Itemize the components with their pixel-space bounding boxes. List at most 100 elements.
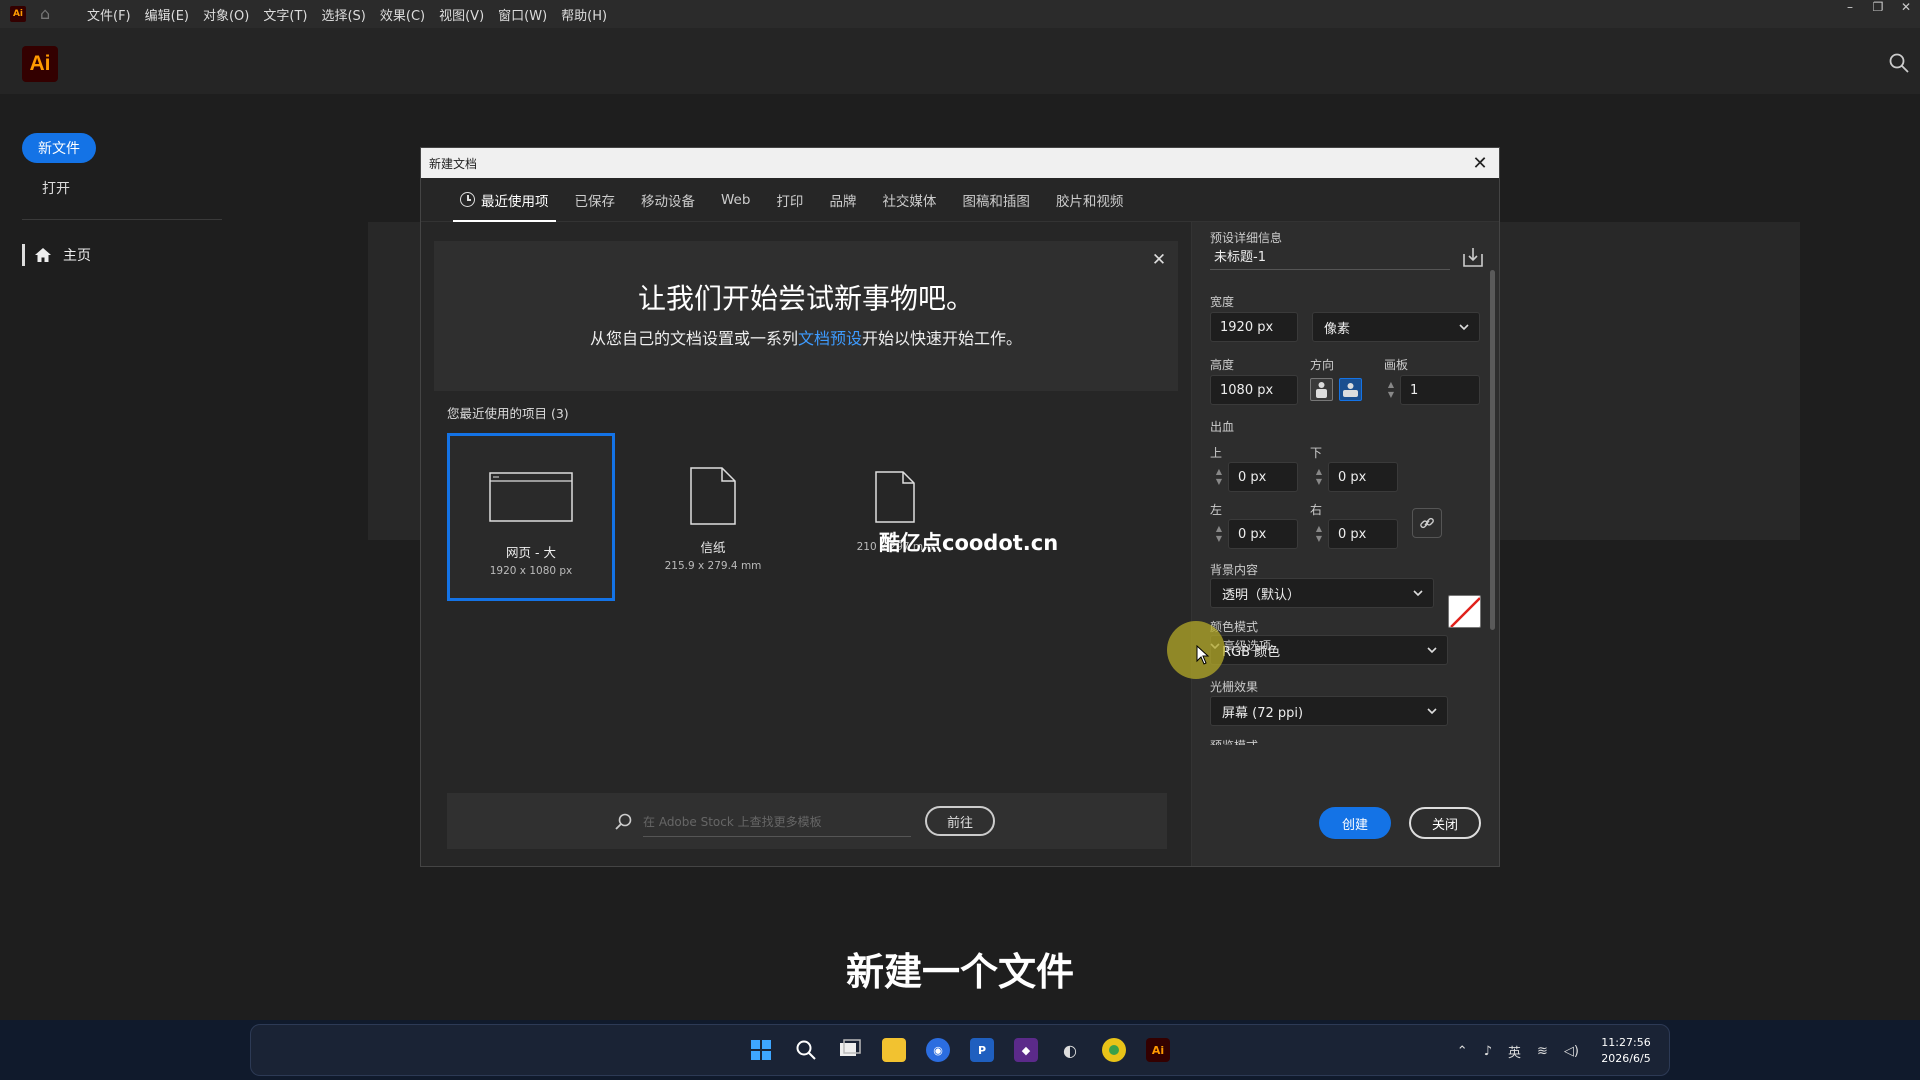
artboards-stepper[interactable]: ▲ ▼ [1382,375,1400,405]
chrome-icon[interactable] [1102,1038,1126,1062]
search-icon[interactable] [794,1038,818,1062]
file-explorer-icon[interactable] [882,1038,906,1062]
clock-time[interactable]: 11:27:56 [1596,1036,1656,1049]
preview-mode-label: 预览模式 [1210,737,1258,745]
clock-date[interactable]: 2026/6/5 [1596,1052,1656,1065]
link-bleed-icon[interactable] [1412,508,1442,538]
recent-item-letter[interactable]: 信纸 215.9 x 279.4 mm [629,433,797,601]
browser-icon[interactable]: ◉ [926,1038,950,1062]
height-label: 高度 [1210,358,1235,372]
tab-saved[interactable]: 已保存 [562,178,629,222]
recent-items-label: 您最近使用的项目 (3) [447,406,569,421]
close-button[interactable]: 关闭 [1409,807,1481,839]
clock-icon [460,192,475,207]
preset-details-panel: 预设详细信息 未标题-1 宽度 1920 px 像素 高度 方向 画板 1080… [1191,222,1499,866]
tab-print[interactable]: 打印 [763,178,816,222]
chevron-down-icon [1459,324,1469,331]
visual-studio-icon[interactable]: ◆ [1014,1038,1038,1062]
scrollbar-thumb[interactable] [1490,270,1495,630]
dialog-title: 新建文档 [429,156,478,171]
task-view-icon[interactable] [838,1038,862,1062]
tab-web[interactable]: Web [708,178,763,222]
bleed-top-label: 上 [1210,446,1223,460]
restore-icon[interactable]: ❐ [1864,0,1892,22]
tab-label: 最近使用项 [481,193,549,210]
menu-view[interactable]: 视图(V) [432,5,491,24]
new-file-button[interactable]: 新文件 [22,133,96,163]
home-icon[interactable]: ⌂ [40,6,58,22]
landscape-orientation-icon[interactable] [1339,378,1362,401]
document-icon [690,467,736,525]
open-button[interactable]: 打开 [42,178,70,198]
tab-film-video[interactable]: 胶片和视频 [1043,178,1137,222]
bleed-bottom-stepper[interactable]: ▲ ▼ [1310,462,1328,492]
search-icon[interactable] [1888,52,1910,74]
bleed-top-field[interactable]: 0 px [1228,462,1298,492]
watermark-text: 酷亿点coodot.cn [879,531,1059,555]
tab-brand[interactable]: 品牌 [816,178,869,222]
menu-window[interactable]: 窗口(W) [491,5,554,24]
bleed-left-field[interactable]: 0 px [1228,519,1298,549]
windows-start-icon[interactable] [749,1038,773,1062]
menu-effect[interactable]: 效果(C) [373,5,432,24]
recent-item-a4[interactable]: 210 x 297 mm [811,433,979,601]
width-label: 宽度 [1210,295,1235,309]
p-app-icon[interactable]: P [970,1038,994,1062]
dialog-titlebar: 新建文档 ✕ [421,148,1499,178]
unit-select[interactable]: 像素 [1312,312,1480,342]
recent-item-web-large[interactable]: 网页 - 大 1920 x 1080 px [447,433,615,601]
welcome-sub-before: 从您自己的文档设置或一系列 [589,329,798,348]
window-controls: – ❐ ✕ [1836,0,1920,22]
menu-select[interactable]: 选择(S) [314,5,372,24]
background-content-select[interactable]: 透明（默认） [1210,578,1434,608]
height-field[interactable]: 1080 px [1210,375,1298,405]
menu-type[interactable]: 文字(T) [256,5,314,24]
tab-social-media[interactable]: 社交媒体 [869,178,949,222]
mic-icon[interactable]: ♪ [1484,1044,1492,1059]
menu-edit[interactable]: 编辑(E) [138,5,196,24]
home-icon [35,248,51,262]
bleed-bottom-field[interactable]: 0 px [1328,462,1398,492]
web-document-icon [489,472,573,522]
chevron-up-icon[interactable]: ⌃ [1457,1044,1468,1059]
ai-small-logo: Ai [10,6,26,22]
dialog-close-icon[interactable]: ✕ [1469,152,1491,174]
tab-art-illustration[interactable]: 图稿和插图 [949,178,1043,222]
portrait-orientation-icon[interactable] [1310,378,1333,401]
chevron-down-icon [1427,647,1437,654]
tab-recent[interactable]: 最近使用项 [447,178,562,222]
save-preset-icon[interactable] [1462,246,1484,268]
create-button[interactable]: 创建 [1319,807,1391,839]
audio-app-icon[interactable]: ◐ [1058,1038,1082,1062]
bleed-left-stepper[interactable]: ▲ ▼ [1210,519,1228,549]
menu-file[interactable]: 文件(F) [80,5,138,24]
stock-search-input[interactable] [643,807,911,837]
go-button[interactable]: 前往 [925,806,995,836]
artboards-field[interactable]: 1 [1400,375,1480,405]
illustrator-icon[interactable]: Ai [1146,1038,1170,1062]
ime-indicator[interactable]: 英 [1508,1042,1521,1061]
width-field[interactable]: 1920 px [1210,312,1298,342]
volume-icon[interactable]: ◁) [1564,1044,1579,1059]
preset-name-field[interactable]: 未标题-1 [1210,242,1450,270]
menu-help[interactable]: 帮助(H) [554,5,614,24]
recent-item-size: 1920 x 1080 px [489,565,573,577]
document-presets-link[interactable]: 文档预设 [798,329,862,348]
background-color-swatch[interactable] [1448,595,1481,628]
system-tray: ⌃ ♪ 英 ≋ ◁) [1457,1025,1669,1077]
close-window-icon[interactable]: ✕ [1892,0,1920,22]
tab-mobile[interactable]: 移动设备 [628,178,708,222]
wifi-icon[interactable]: ≋ [1537,1044,1548,1059]
sidebar-item-home[interactable]: 主页 [22,244,91,266]
minimize-icon[interactable]: – [1836,0,1864,22]
document-icon [875,471,915,523]
menu-object[interactable]: 对象(O) [196,5,256,24]
bleed-top-stepper[interactable]: ▲ ▼ [1210,462,1228,492]
taskbar: ◉ P ◆ ◐ Ai ⌃ ♪ 英 ≋ ◁) [250,1024,1670,1076]
welcome-close-icon[interactable]: ✕ [1148,249,1170,271]
artboards-label: 画板 [1384,358,1409,372]
bleed-right-field[interactable]: 0 px [1328,519,1398,549]
bleed-right-stepper[interactable]: ▲ ▼ [1310,519,1328,549]
raster-effects-select[interactable]: 屏幕 (72 ppi) [1210,696,1448,726]
stock-search-bar: 前往 [447,793,1167,849]
